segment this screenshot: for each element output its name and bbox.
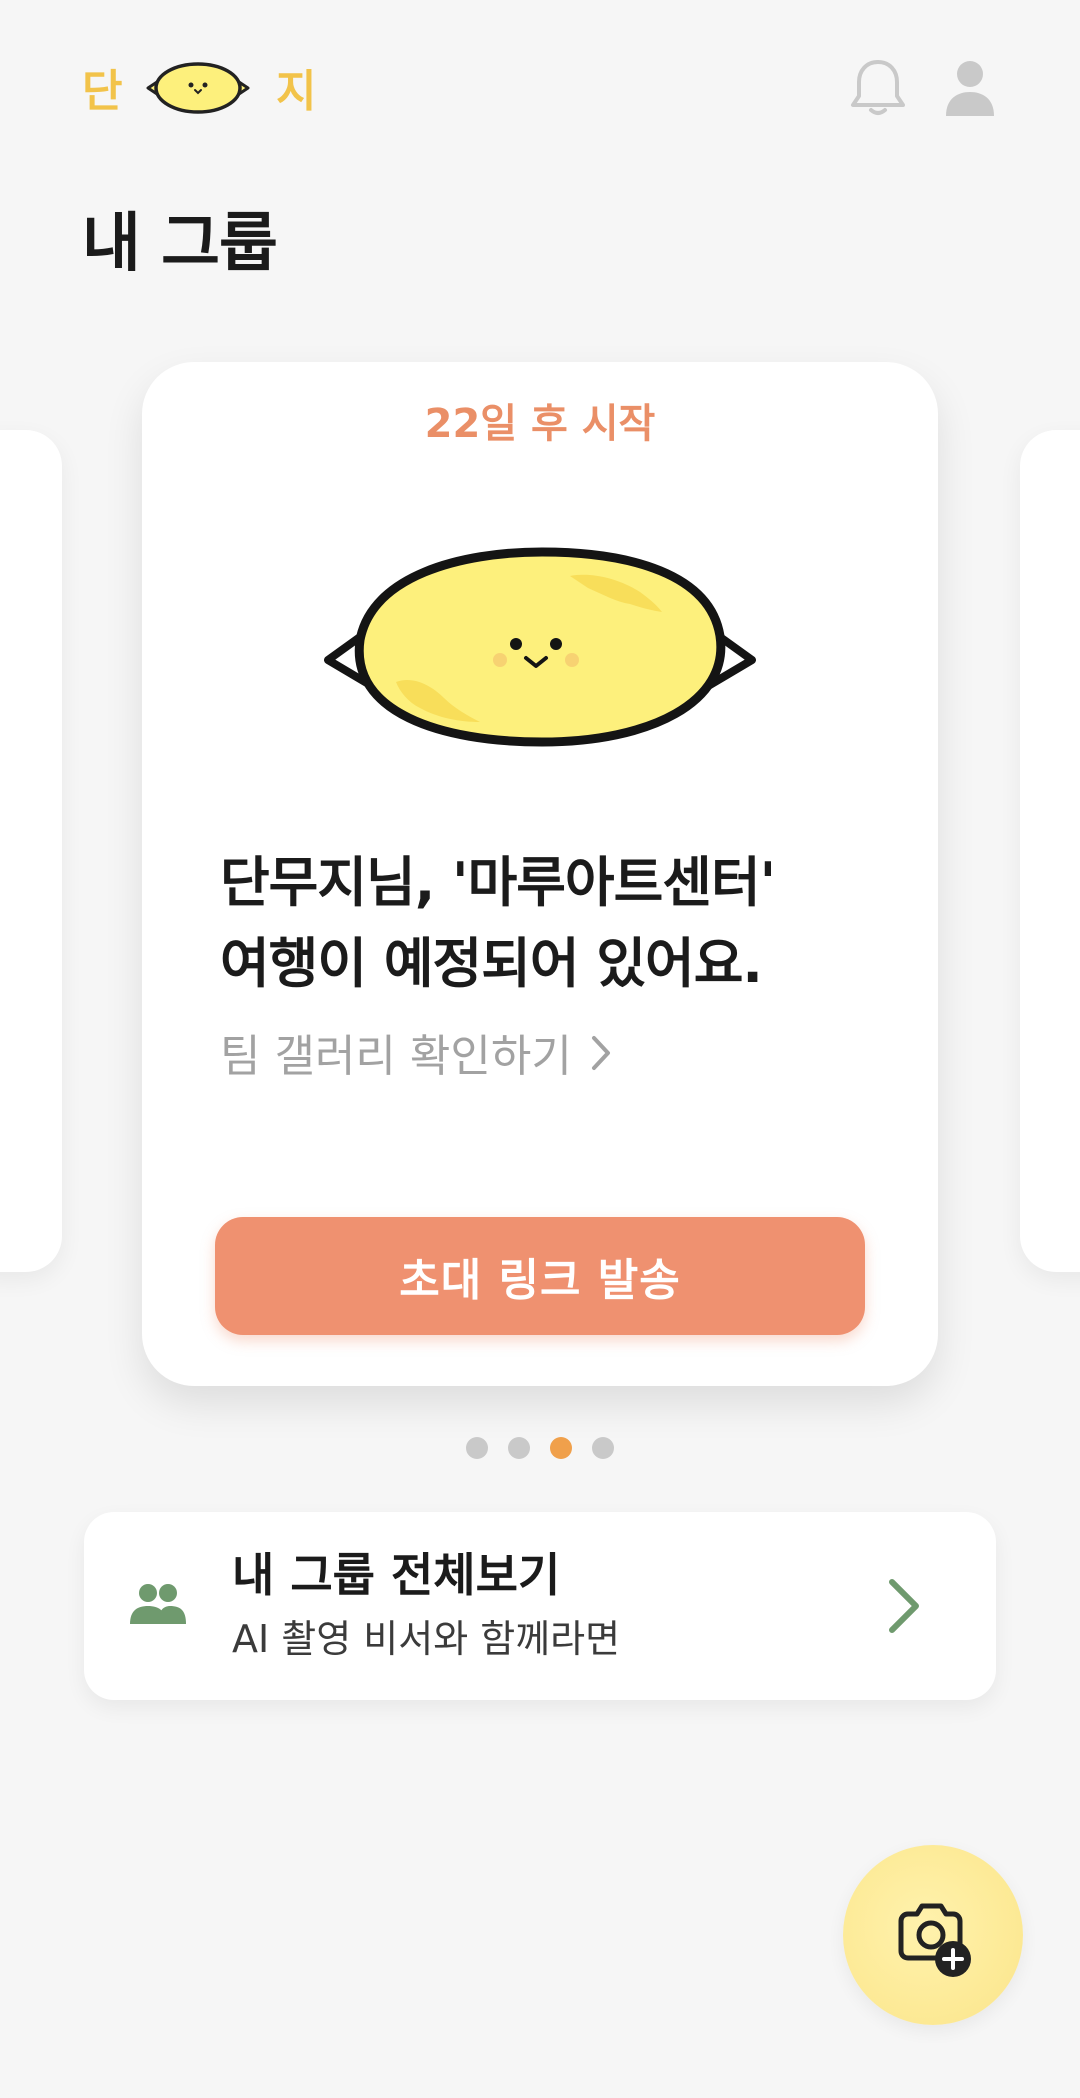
logo-text-right: 지: [276, 66, 317, 117]
pagination-dot[interactable]: [592, 1437, 614, 1459]
view-all-groups-subtitle: AI 촬영 비서와 함께라면: [232, 1617, 621, 1661]
pagination-dot[interactable]: [508, 1437, 530, 1459]
camera-add-button[interactable]: [843, 1845, 1023, 2025]
team-gallery-link[interactable]: 팀 갤러리 확인하기: [220, 1034, 612, 1080]
pagination-dot-active[interactable]: [550, 1437, 572, 1459]
chevron-right-icon: [884, 1576, 924, 1640]
send-invite-link-button[interactable]: 초대 링크 발송: [215, 1217, 865, 1335]
group-icon: [126, 1582, 188, 1630]
pickled-radish-mascot-icon: [142, 58, 254, 122]
carousel-pagination: [0, 1437, 1080, 1459]
chevron-right-icon: [590, 1034, 612, 1080]
app-header: 단 지: [0, 0, 1080, 180]
pickled-radish-mascot-icon: [320, 532, 760, 766]
previous-card-peek[interactable]: [0, 430, 62, 1272]
page-title: 내 그룹: [82, 207, 278, 281]
view-all-groups-card[interactable]: 내 그룹 전체보기 AI 촬영 비서와 함께라면: [84, 1512, 996, 1700]
pagination-dot[interactable]: [466, 1437, 488, 1459]
camera-add-icon: [891, 1895, 977, 1985]
view-all-groups-title: 내 그룹 전체보기: [232, 1548, 561, 1602]
team-gallery-link-label: 팀 갤러리 확인하기: [220, 1031, 572, 1082]
bell-icon[interactable]: [846, 56, 910, 120]
logo-text-left: 단: [82, 66, 123, 117]
next-card-peek[interactable]: [1020, 430, 1080, 1272]
trip-headline: 단무지님, '마루아트센터' 여행이 예정되어 있어요.: [220, 842, 900, 1004]
trip-headline-line2: 여행이 예정되어 있어요.: [220, 932, 763, 995]
start-countdown-badge: 22일 후 시작: [424, 401, 656, 447]
group-card[interactable]: 22일 후 시작 단무지님, '마루아트센터' 여행이 예정되어 있어요. 팀 …: [142, 362, 938, 1386]
trip-headline-line1: 단무지님, '마루아트센터': [220, 851, 776, 914]
user-icon[interactable]: [940, 56, 1000, 120]
